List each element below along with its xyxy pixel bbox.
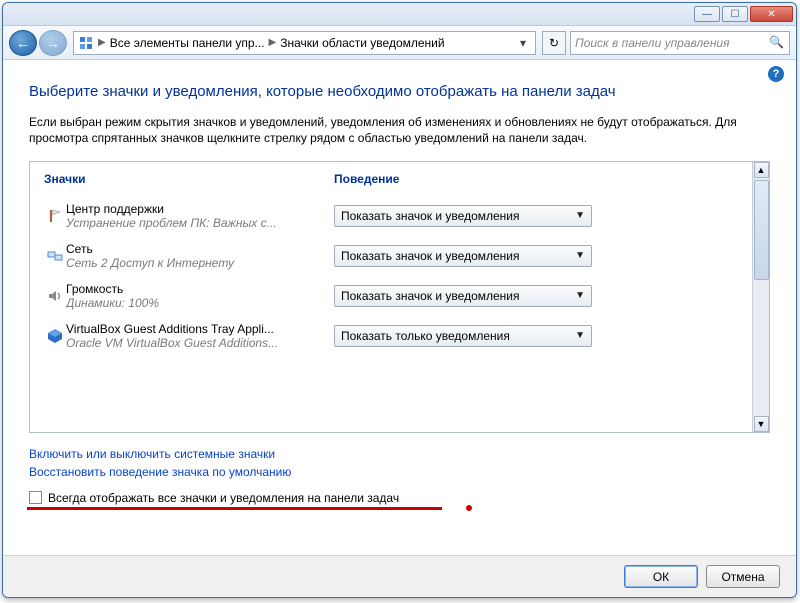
item-subtitle: Динамики: 100% [66,296,326,310]
column-header-icons: Значки [44,172,334,186]
search-placeholder: Поиск в панели управления [575,36,730,50]
toggle-system-icons-link[interactable]: Включить или выключить системные значки [29,447,770,461]
address-bar[interactable]: ▶ Все элементы панели упр... ▶ Значки об… [73,31,536,55]
ok-button[interactable]: ОК [624,565,698,588]
column-header-behavior: Поведение [334,172,738,186]
links-area: Включить или выключить системные значки … [29,447,770,479]
flag-icon [44,208,66,224]
restore-defaults-link[interactable]: Восстановить поведение значка по умолчан… [29,465,770,479]
icon-list: Значки Поведение Центр поддержки Устране… [30,162,752,432]
scroll-thumb[interactable] [754,180,769,280]
always-show-checkbox[interactable] [29,491,42,504]
dropdown-value: Показать значок и уведомления [341,209,520,223]
scroll-down-icon[interactable]: ▼ [754,416,769,432]
item-title: VirtualBox Guest Additions Tray Appli... [66,322,326,336]
chevron-down-icon: ▼ [575,330,585,341]
list-item: Центр поддержки Устранение проблем ПК: В… [44,196,738,236]
dropdown-value: Показать только уведомления [341,329,510,343]
scroll-up-icon[interactable]: ▲ [754,162,769,178]
search-icon[interactable]: 🔍 [769,35,785,51]
volume-icon [44,288,66,304]
breadcrumb-sep-icon: ▶ [98,37,106,48]
list-item: VirtualBox Guest Additions Tray Appli...… [44,316,738,356]
minimize-button[interactable]: — [694,6,720,22]
item-subtitle: Oracle VM VirtualBox Guest Additions... [66,336,326,350]
close-button[interactable]: ✕ [750,6,793,22]
titlebar: — ☐ ✕ [3,3,796,26]
behavior-dropdown[interactable]: Показать значок и уведомления ▼ [334,205,592,227]
behavior-dropdown[interactable]: Показать значок и уведомления ▼ [334,285,592,307]
list-item: Громкость Динамики: 100% Показать значок… [44,276,738,316]
navbar: ← → ▶ Все элементы панели упр... ▶ Значк… [3,26,796,60]
virtualbox-icon [44,328,66,344]
chevron-down-icon: ▼ [575,290,585,301]
item-title: Центр поддержки [66,202,326,216]
address-dropdown-icon[interactable]: ▾ [515,36,531,50]
page-title: Выберите значки и уведомления, которые н… [29,82,770,102]
chevron-down-icon: ▼ [575,250,585,261]
annotation-dot [466,505,472,511]
dropdown-value: Показать значок и уведомления [341,249,520,263]
list-item: Сеть Сеть 2 Доступ к Интернету Показать … [44,236,738,276]
item-subtitle: Устранение проблем ПК: Важных с... [66,216,326,230]
window: — ☐ ✕ ← → ▶ Все элементы панели упр... ▶… [2,2,797,598]
breadcrumb-1[interactable]: Все элементы панели упр... [110,36,265,50]
icon-list-frame: Значки Поведение Центр поддержки Устране… [29,161,770,433]
control-panel-icon [78,35,94,51]
always-show-row: Всегда отображать все значки и уведомлен… [29,491,770,505]
help-icon[interactable]: ? [768,66,784,82]
cancel-button[interactable]: Отмена [706,565,780,588]
content-area: ? Выберите значки и уведомления, которые… [3,60,796,555]
behavior-dropdown[interactable]: Показать значок и уведомления ▼ [334,245,592,267]
maximize-button[interactable]: ☐ [722,6,748,22]
behavior-dropdown[interactable]: Показать только уведомления ▼ [334,325,592,347]
page-description: Если выбран режим скрытия значков и увед… [29,114,770,146]
forward-button[interactable]: → [39,30,67,56]
scrollbar[interactable]: ▲ ▼ [752,162,769,432]
item-title: Громкость [66,282,326,296]
chevron-down-icon: ▼ [575,210,585,221]
dropdown-value: Показать значок и уведомления [341,289,520,303]
network-icon [44,248,66,264]
item-title: Сеть [66,242,326,256]
list-header: Значки Поведение [44,172,738,186]
footer: ОК Отмена [3,555,796,597]
search-input[interactable]: Поиск в панели управления 🔍 [570,31,790,55]
breadcrumb-2[interactable]: Значки области уведомлений [280,36,444,50]
back-button[interactable]: ← [9,30,37,56]
annotation-underline [27,507,442,510]
item-subtitle: Сеть 2 Доступ к Интернету [66,256,326,270]
breadcrumb-sep-icon: ▶ [269,37,277,48]
always-show-label[interactable]: Всегда отображать все значки и уведомлен… [48,491,399,505]
refresh-button[interactable]: ↻ [542,31,566,55]
